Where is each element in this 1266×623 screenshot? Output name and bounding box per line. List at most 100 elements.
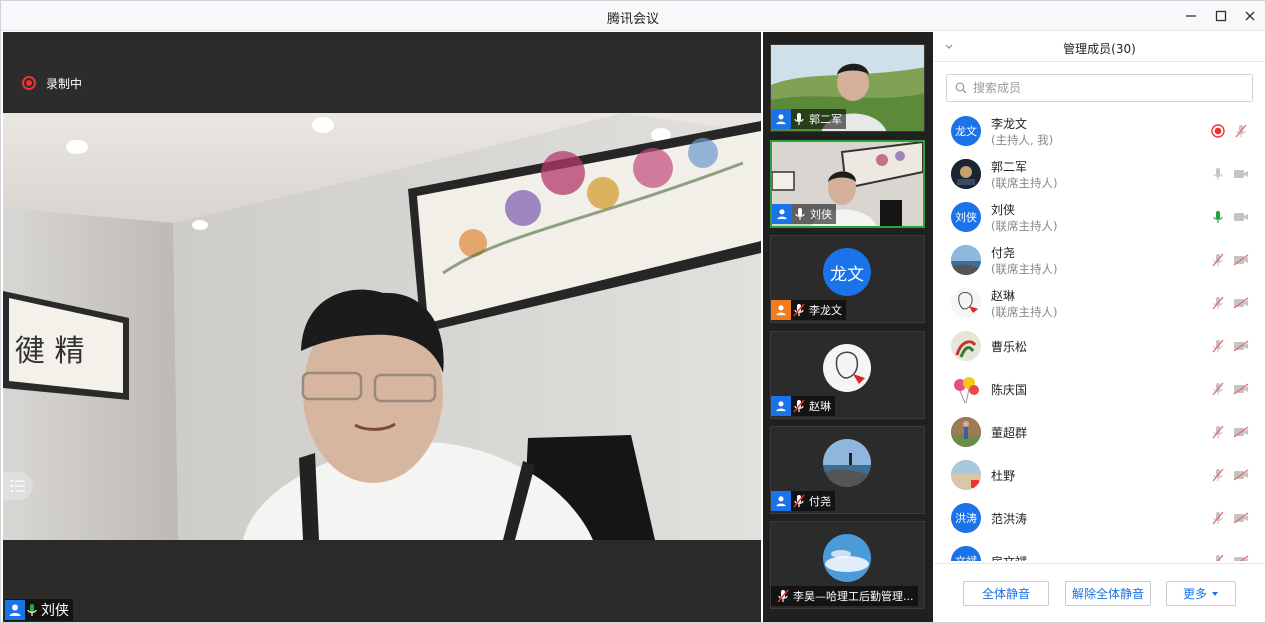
mic-icon	[25, 600, 39, 620]
member-row[interactable]: 陈庆国	[934, 367, 1265, 410]
user-icon	[772, 204, 792, 224]
member-name: 范洪涛	[991, 512, 1028, 526]
maximize-icon	[1215, 10, 1227, 22]
avatar	[823, 534, 871, 582]
camera-off-icon[interactable]	[1232, 338, 1250, 354]
recording-label: 录制中	[46, 76, 83, 91]
panel-footer: 全体静音 解除全体静音 更多	[934, 563, 1265, 622]
thumbnail-tile[interactable]: 赵琳	[770, 331, 925, 419]
tile-label: 李龙文	[771, 300, 846, 320]
user-icon	[771, 300, 791, 320]
member-search[interactable]	[946, 74, 1253, 102]
recording-indicator[interactable]: 录制中	[14, 69, 94, 97]
more-label: 更多	[1182, 587, 1207, 601]
camera-off-icon[interactable]	[1232, 252, 1250, 268]
camera-off-icon[interactable]	[1232, 510, 1250, 526]
avatar	[951, 459, 981, 490]
camera-off-icon[interactable]	[1232, 295, 1250, 311]
tile-label: 郭二军	[771, 109, 846, 129]
avatar	[951, 158, 981, 189]
tile-name: 刘侠	[810, 208, 832, 221]
close-button[interactable]	[1240, 6, 1260, 26]
mute-all-button[interactable]: 全体静音	[963, 581, 1049, 606]
mic-muted-icon[interactable]	[1210, 252, 1226, 268]
member-row[interactable]: 曹乐松	[934, 324, 1265, 367]
camera-off-icon[interactable]	[1232, 553, 1250, 561]
member-name: 杜野	[991, 469, 1016, 483]
member-row[interactable]: 赵琳 (联席主持人)	[934, 281, 1265, 324]
mic-muted-icon[interactable]	[1210, 295, 1226, 311]
member-row[interactable]: 董超群	[934, 410, 1265, 453]
mic-muted-icon[interactable]	[1232, 123, 1250, 139]
thumbnail-tile-active[interactable]: 刘侠	[770, 140, 925, 228]
main-speaker-name: 刘侠	[41, 603, 69, 619]
member-name: 曹乐松	[991, 340, 1028, 354]
member-row[interactable]: 付尧 (联席主持人)	[934, 238, 1265, 281]
member-name: 房文斌	[991, 553, 1027, 561]
app-window: 腾讯会议 徤 精 录制中 刘侠 郭二军 刘侠 龙文 李龙文 赵琳 付尧 李昊—哈…	[0, 0, 1266, 623]
thumbnail-tile[interactable]: 龙文 李龙文	[770, 235, 925, 323]
tile-name: 郭二军	[809, 113, 842, 126]
user-icon	[771, 109, 791, 129]
camera-icon[interactable]	[1232, 209, 1250, 225]
search-icon	[955, 82, 967, 94]
main-speaker-tag: 刘侠	[5, 599, 73, 621]
member-name: 李龙文	[991, 117, 1028, 131]
main-video-stage[interactable]: 徤 精 录制中 刘侠	[3, 32, 761, 622]
mic-icon[interactable]	[1210, 166, 1226, 182]
list-icon	[11, 480, 25, 492]
member-row[interactable]: 刘侠 刘侠 (联席主持人)	[934, 195, 1265, 238]
tile-name: 李龙文	[809, 304, 842, 317]
avatar	[951, 244, 981, 275]
member-name: 郭二军	[991, 160, 1028, 174]
minimize-button[interactable]	[1181, 6, 1201, 26]
thumbnail-tile[interactable]: 李昊—哈理工后勤管理...	[770, 521, 925, 609]
window-title: 腾讯会议	[606, 12, 659, 27]
camera-icon[interactable]	[1232, 166, 1250, 182]
search-input[interactable]	[973, 81, 1233, 95]
thumbnail-tile[interactable]: 付尧	[770, 426, 925, 514]
mic-icon	[791, 109, 807, 129]
avatar	[951, 287, 981, 318]
avatar	[823, 344, 871, 392]
panel-title: 管理成员(30)	[1063, 42, 1136, 56]
maximize-button[interactable]	[1211, 6, 1231, 26]
member-name: 赵琳	[991, 289, 1016, 303]
tile-name: 赵琳	[809, 400, 831, 413]
avatar	[951, 330, 981, 361]
avatar	[823, 439, 871, 487]
tile-name: 付尧	[809, 495, 831, 508]
mic-muted-icon[interactable]	[1210, 553, 1226, 561]
tile-name: 李昊—哈理工后勤管理...	[793, 590, 914, 603]
camera-off-icon[interactable]	[1232, 467, 1250, 483]
member-row[interactable]: 杜野	[934, 453, 1265, 496]
mic-muted-icon[interactable]	[1210, 510, 1226, 526]
camera-off-icon[interactable]	[1232, 424, 1250, 440]
avatar	[951, 416, 981, 447]
mic-muted-icon[interactable]	[1210, 381, 1226, 397]
caret-down-icon	[1211, 591, 1219, 597]
record-icon	[1210, 123, 1226, 139]
member-row[interactable]: 文斌 房文斌	[934, 539, 1265, 561]
mic-muted-icon[interactable]	[1210, 424, 1226, 440]
member-row[interactable]: 洪涛 范洪涛	[934, 496, 1265, 539]
mic-muted-icon[interactable]	[1210, 467, 1226, 483]
close-icon	[1245, 11, 1255, 21]
more-button[interactable]: 更多	[1166, 581, 1236, 606]
mic-muted-icon[interactable]	[1210, 338, 1226, 354]
unmute-all-button[interactable]: 解除全体静音	[1065, 581, 1151, 606]
avatar: 刘侠	[951, 201, 981, 232]
user-icon	[771, 396, 791, 416]
member-row[interactable]: 龙文 李龙文 (主持人, 我)	[934, 109, 1265, 152]
member-role: (联席主持人)	[991, 219, 1058, 233]
member-name: 陈庆国	[991, 383, 1028, 397]
member-name: 董超群	[991, 426, 1028, 440]
list-toggle-button[interactable]	[3, 472, 33, 500]
member-row[interactable]: 郭二军 (联席主持人)	[934, 152, 1265, 195]
avatar	[951, 373, 981, 404]
thumbnail-tile[interactable]: 郭二军	[770, 44, 925, 132]
member-list: 龙文 李龙文 (主持人, 我) 郭二军 (联席主持人) 刘侠 刘侠 (联席主持人…	[934, 109, 1265, 561]
camera-off-icon[interactable]	[1232, 381, 1250, 397]
mic-active-icon[interactable]	[1210, 209, 1226, 225]
mic-muted-icon	[791, 300, 807, 320]
